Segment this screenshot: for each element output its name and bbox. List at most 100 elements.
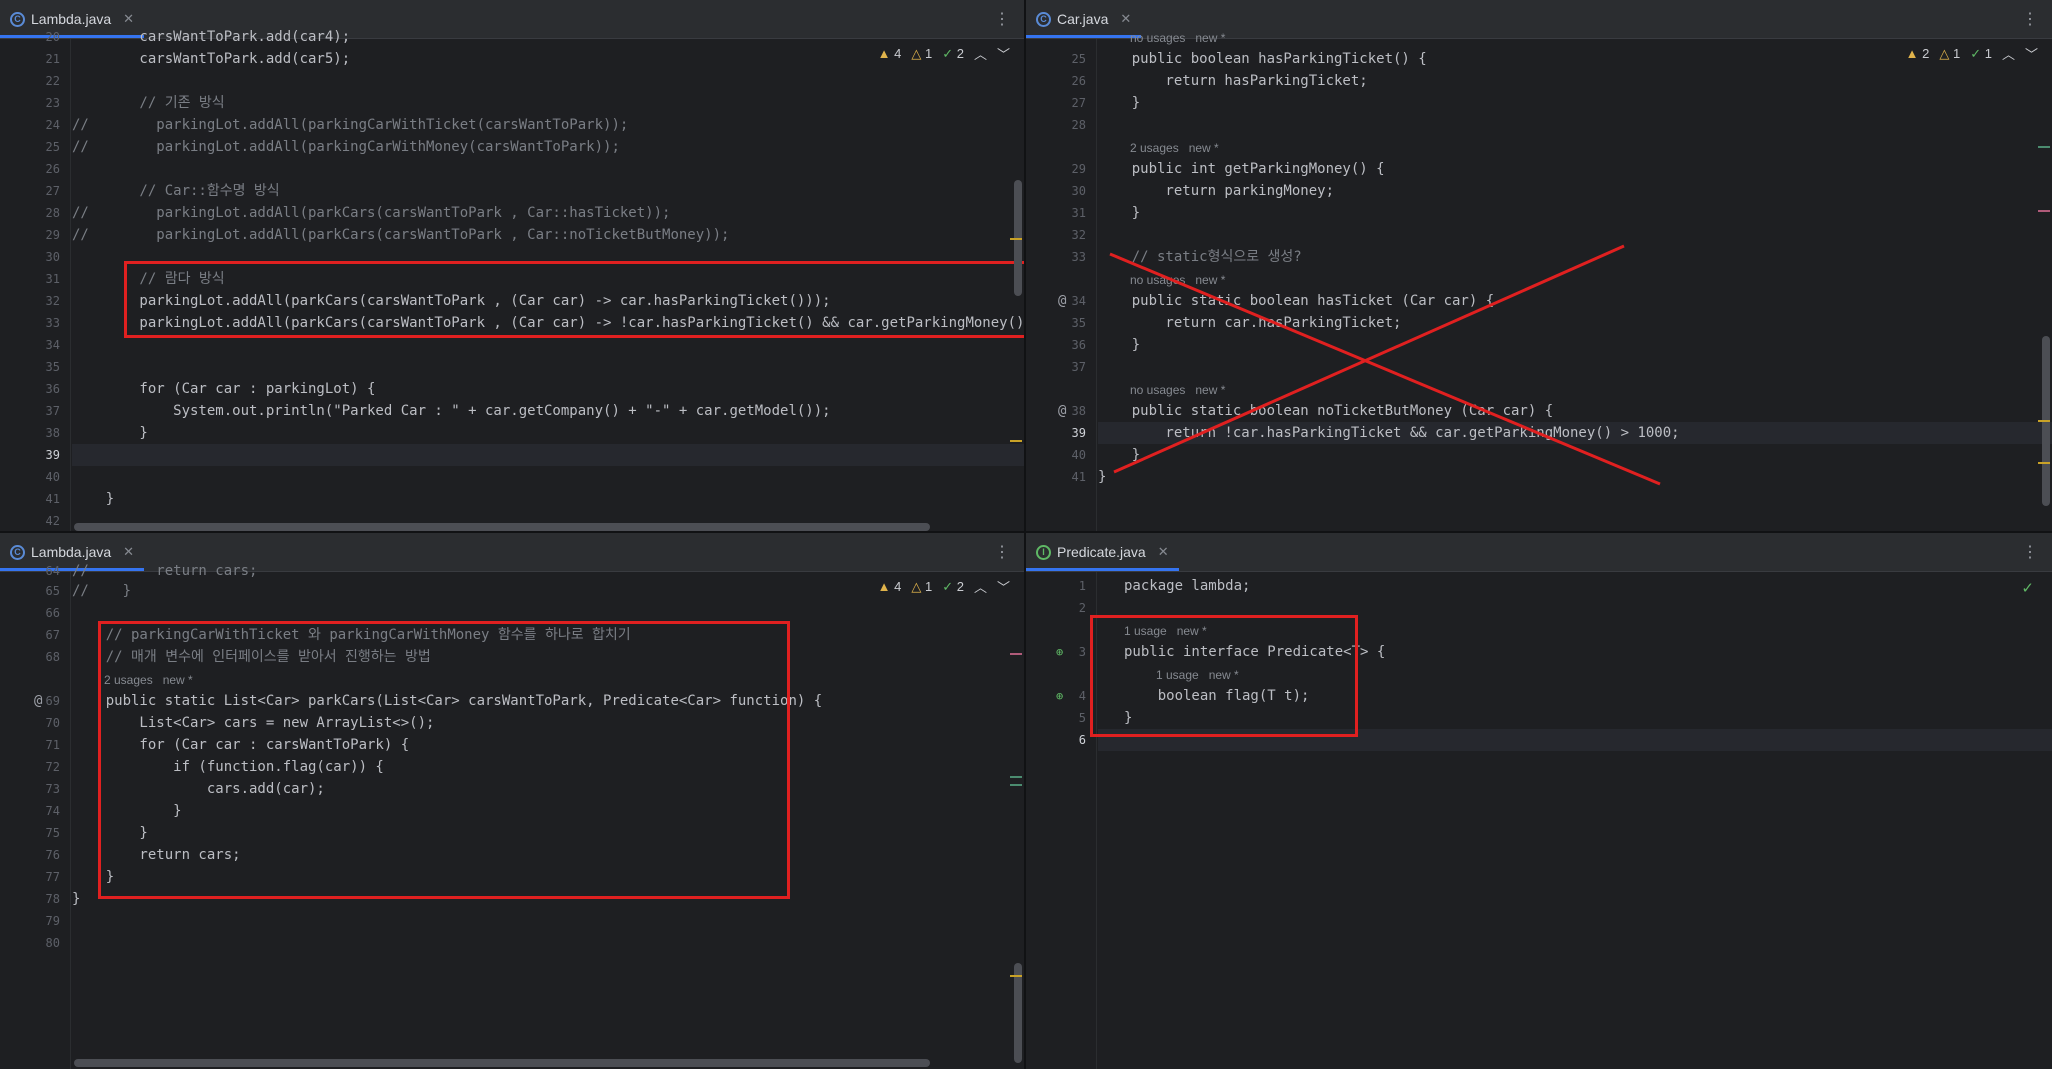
highlight-box-lambda xyxy=(124,261,1024,338)
line-gutter: 20 21 22 23 24 25 26 27 28 29 30 31 32 3… xyxy=(0,30,71,531)
line-number: 25 xyxy=(45,140,60,154)
close-icon[interactable]: ✕ xyxy=(123,544,134,560)
line-number: 27 xyxy=(45,184,60,198)
line-number: 78 xyxy=(45,892,60,906)
line-number: 1 xyxy=(1078,579,1086,593)
change-marker[interactable] xyxy=(1010,784,1022,786)
interface-file-icon: I xyxy=(1036,544,1051,560)
warning-marker[interactable] xyxy=(1010,238,1022,240)
kebab-menu-icon[interactable]: ⋮ xyxy=(2022,542,2038,562)
code-line: } xyxy=(72,891,81,907)
code-line: carsWantToPark.add(car5); xyxy=(72,51,351,67)
line-number: 2 xyxy=(1078,601,1086,615)
editor-pane-top-right: C Car.java ✕ ⋮ ▲ 2 △ 1 ✓ 1 ︿ ﹀ 25 26 27 … xyxy=(1026,0,2052,531)
close-icon[interactable]: ✕ xyxy=(1158,544,1169,560)
line-number: 5 xyxy=(1078,711,1086,725)
code-line: carsWantToPark.add(car4); xyxy=(72,29,351,45)
line-number: 21 xyxy=(45,52,60,66)
code-line: // return cars; xyxy=(72,563,258,579)
line-number: 76 xyxy=(45,848,60,862)
line-number: 22 xyxy=(45,74,60,88)
horizontal-scrollbar[interactable] xyxy=(74,523,930,531)
warning-marker[interactable] xyxy=(1010,440,1022,442)
editor-pane-bottom-left: C Lambda.java ✕ ⋮ ▲ 4 △ 1 ✓ 2 ︿ ﹀ 64 65 … xyxy=(0,533,1024,1069)
vertical-splitter[interactable] xyxy=(1024,0,1026,1069)
line-number: 75 xyxy=(45,826,60,840)
kebab-menu-icon[interactable]: ⋮ xyxy=(994,9,1010,29)
implemented-icon[interactable]: ⊕ xyxy=(1056,685,1063,707)
line-gutter: 64 65 66 67 68 69 @ 70 71 72 73 74 75 76… xyxy=(0,564,71,1069)
line-gutter: 1 2 3 ⊕ 4 ⊕ 5 6 xyxy=(1026,572,1097,1069)
line-number: 66 xyxy=(45,606,60,620)
tab-bar: I Predicate.java ✕ ⋮ xyxy=(1026,533,2052,572)
line-number: 33 xyxy=(45,316,60,330)
at-override-icon[interactable]: @ xyxy=(34,690,42,712)
code-line: System.out.println("Parked Car : " + car… xyxy=(72,403,831,419)
line-number: 31 xyxy=(45,272,60,286)
red-cross-annotation xyxy=(1109,244,1661,486)
current-line xyxy=(72,444,1024,466)
highlight-box-parkcars xyxy=(98,621,790,899)
line-number: 34 xyxy=(45,338,60,352)
line-number: 36 xyxy=(45,382,60,396)
close-icon[interactable]: ✕ xyxy=(123,11,134,27)
line-number: 71 xyxy=(45,738,60,752)
line-number: 30 xyxy=(45,250,60,264)
vertical-scrollbar[interactable] xyxy=(1014,963,1022,1063)
line-number: 38 xyxy=(45,426,60,440)
change-marker[interactable] xyxy=(2038,146,2050,148)
code-line: } xyxy=(72,425,148,441)
line-number: 73 xyxy=(45,782,60,796)
line-number: 28 xyxy=(45,206,60,220)
line-number: 32 xyxy=(45,294,60,308)
horizontal-splitter[interactable] xyxy=(0,531,2052,533)
code-line: // } xyxy=(72,583,132,599)
line-number: 42 xyxy=(45,514,60,528)
line-number: 70 xyxy=(45,716,60,730)
line-number: 74 xyxy=(45,804,60,818)
tab-label: Lambda.java xyxy=(31,11,112,27)
tab-label: Predicate.java xyxy=(1057,544,1146,560)
editor-pane-bottom-right: I Predicate.java ✕ ⋮ ✓ 1 2 3 ⊕ 4 ⊕ 5 6 p… xyxy=(1026,533,2052,1069)
code-line: // Car::함수명 방식 xyxy=(72,183,280,199)
highlight-box-predicate xyxy=(1090,615,1358,737)
code-line: } xyxy=(72,491,115,507)
line-number: 72 xyxy=(45,760,60,774)
horizontal-scrollbar[interactable] xyxy=(74,1059,930,1067)
line-number: 37 xyxy=(45,404,60,418)
code-line: // parkingLot.addAll(parkCars(carsWantTo… xyxy=(72,227,730,243)
change-marker[interactable] xyxy=(1010,776,1022,778)
code-line: for (Car car : parkingLot) { xyxy=(72,381,376,397)
tab-predicate-java[interactable]: I Predicate.java ✕ xyxy=(1026,533,1179,571)
tab-label: Lambda.java xyxy=(31,544,112,560)
line-number: 65 xyxy=(45,584,60,598)
line-number: 41 xyxy=(45,492,60,506)
line-number: 39 xyxy=(45,448,60,462)
warning-marker[interactable] xyxy=(1010,975,1022,977)
line-number: 29 xyxy=(45,228,60,242)
change-marker[interactable] xyxy=(2038,210,2050,212)
line-number: 20 xyxy=(45,30,60,44)
class-file-icon: C xyxy=(10,11,25,27)
line-number: 35 xyxy=(45,360,60,374)
class-file-icon: C xyxy=(10,544,25,560)
code-line: // parkingLot.addAll(parkingCarWithMoney… xyxy=(72,139,620,155)
line-number: 64 xyxy=(45,564,60,578)
line-number: 6 xyxy=(1078,733,1086,747)
line-number: 77 xyxy=(45,870,60,884)
code-line: package lambda; xyxy=(1124,578,1251,594)
editor-pane-top-left: C Lambda.java ✕ ⋮ ▲ 4 △ 1 ✓ 2 ︿ ﹀ 20 21 … xyxy=(0,0,1024,531)
code-line: // parkingLot.addAll(parkCars(carsWantTo… xyxy=(72,205,671,221)
change-marker[interactable] xyxy=(1010,653,1022,655)
line-number: 24 xyxy=(45,118,60,132)
kebab-menu-icon[interactable]: ⋮ xyxy=(994,542,1010,562)
line-number: 23 xyxy=(45,96,60,110)
warning-marker[interactable] xyxy=(2038,420,2050,422)
line-number: 40 xyxy=(45,470,60,484)
code-line: // parkingLot.addAll(parkingCarWithTicke… xyxy=(72,117,629,133)
line-number: 67 xyxy=(45,628,60,642)
code-line: // 기존 방식 xyxy=(72,95,225,111)
warning-marker[interactable] xyxy=(2038,462,2050,464)
line-number: 80 xyxy=(45,936,60,950)
implemented-icon[interactable]: ⊕ xyxy=(1056,641,1063,663)
